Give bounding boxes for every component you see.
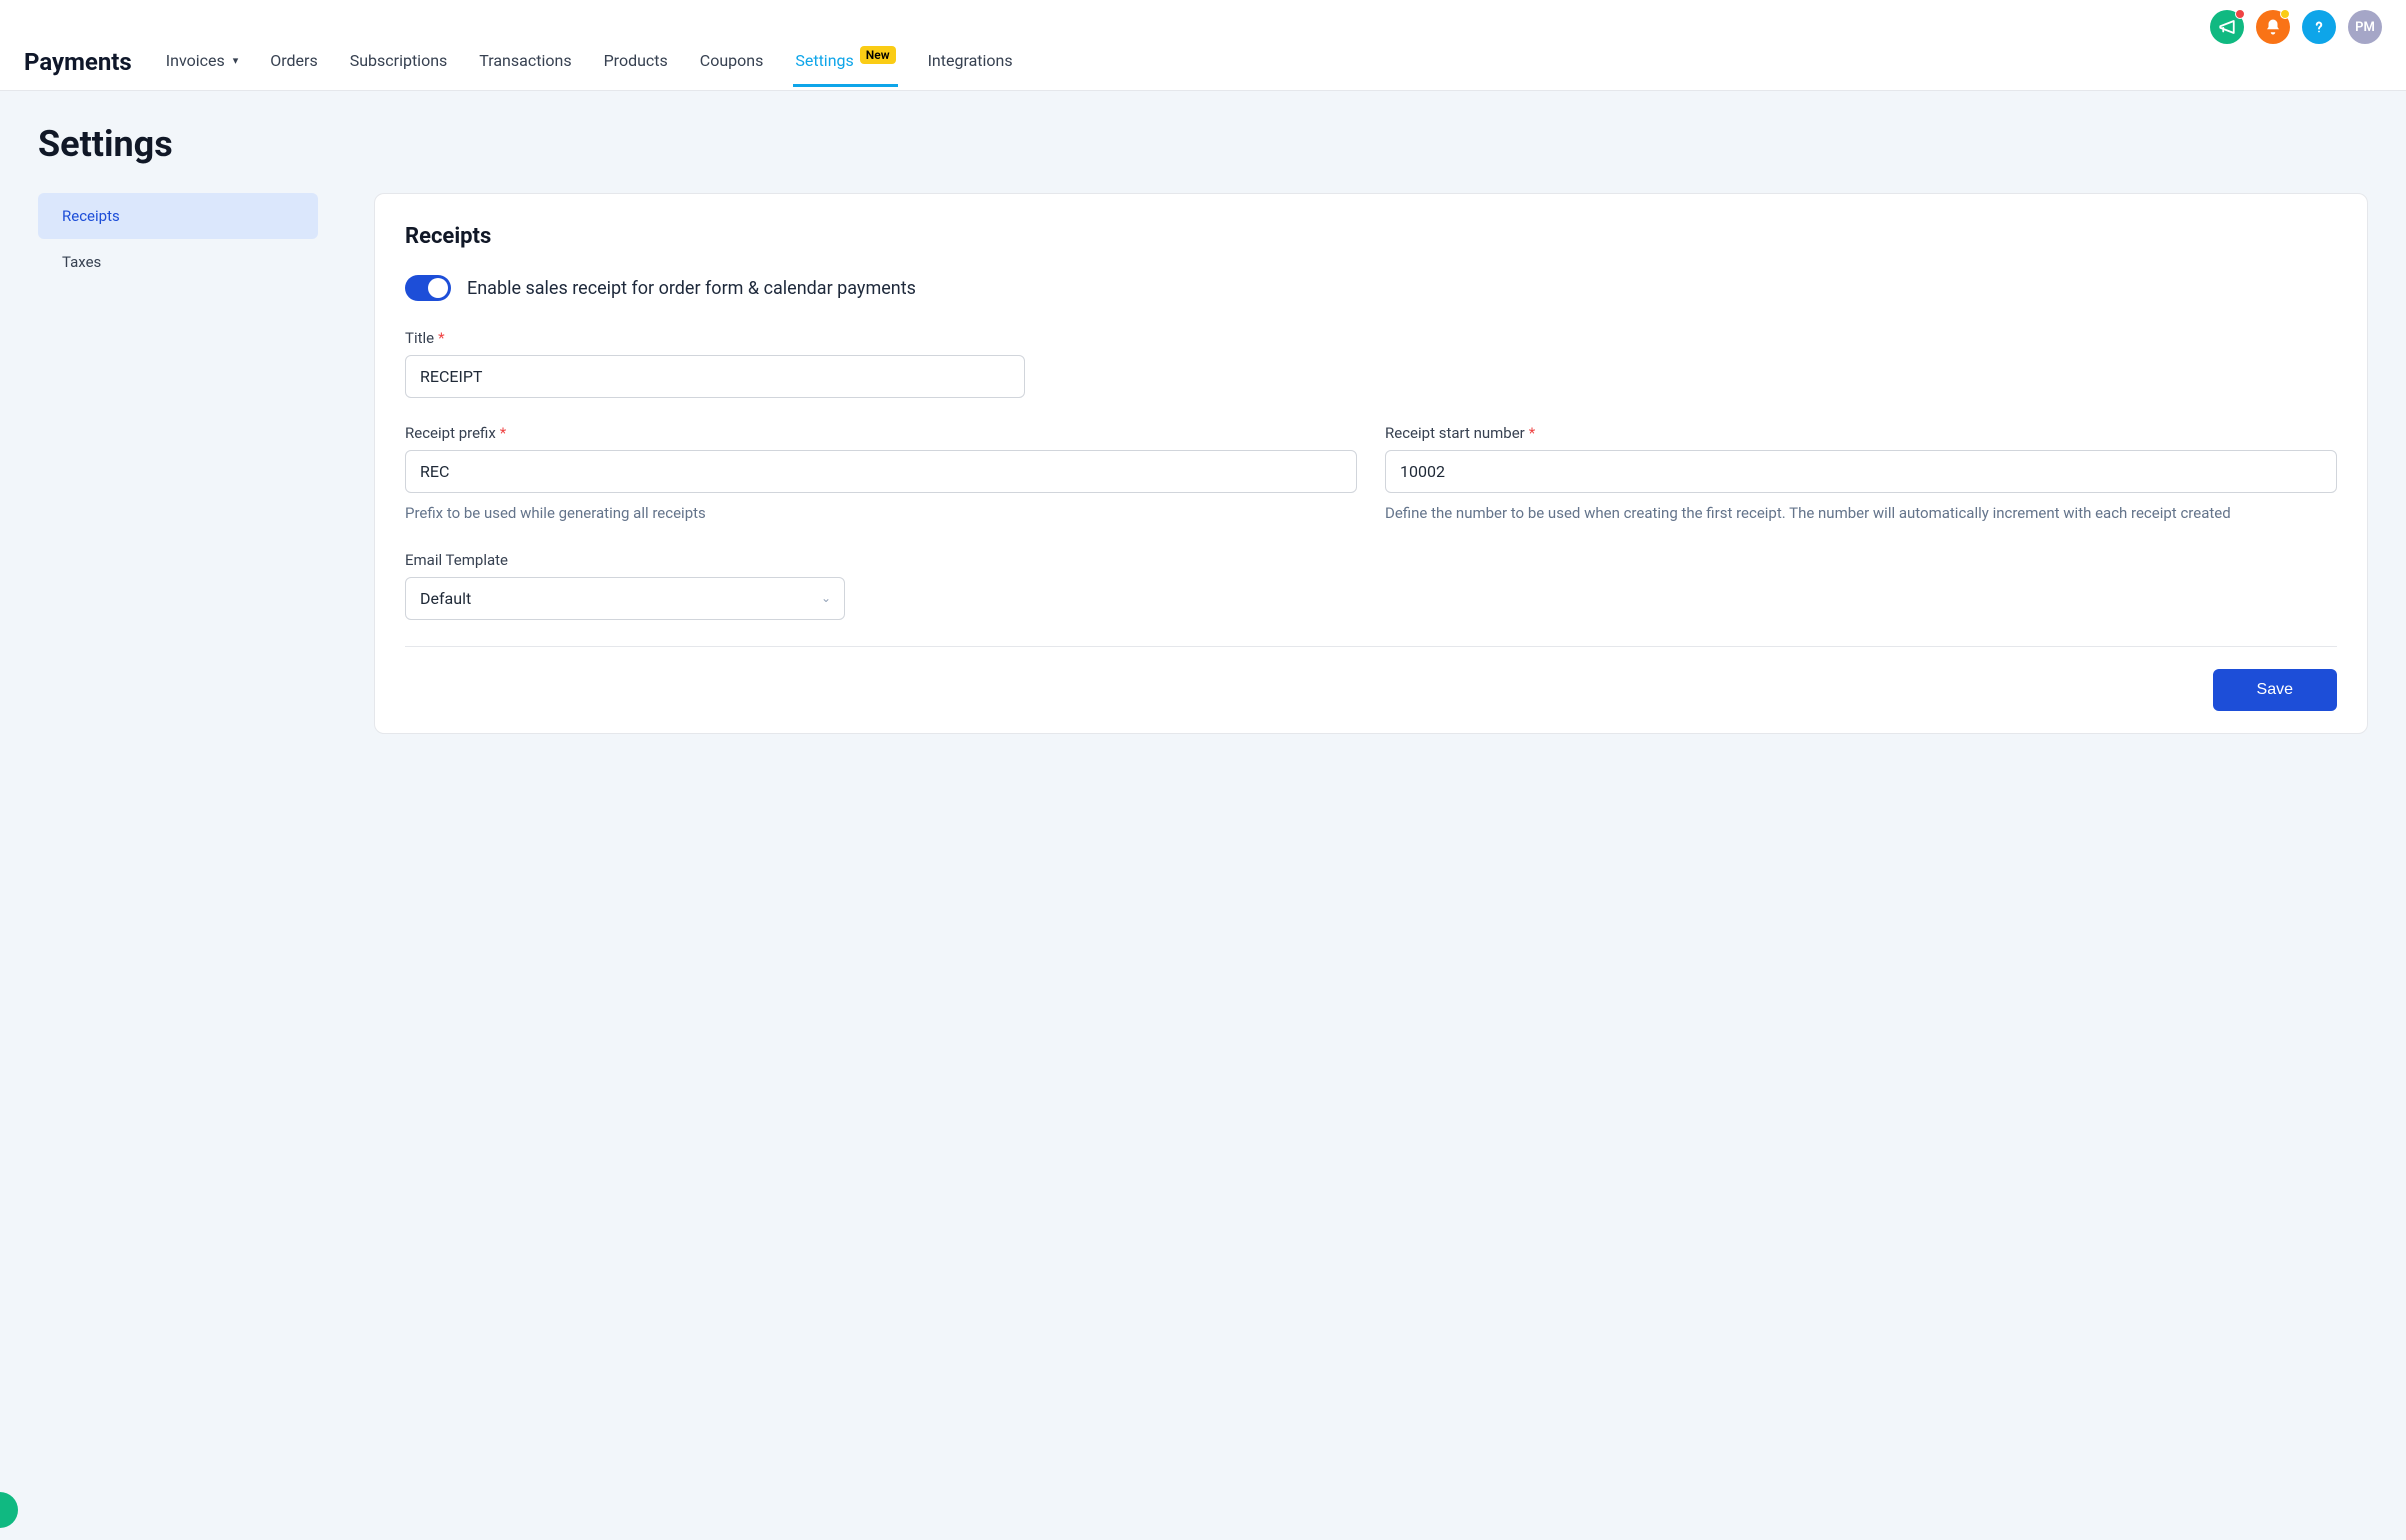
receipt-start-number-input[interactable] [1385, 450, 2337, 493]
receipts-card: Receipts Enable sales receipt for order … [374, 193, 2368, 734]
nav-tab-invoices[interactable]: Invoices ▾ [164, 51, 240, 87]
label-text: Receipt prefix [405, 424, 496, 442]
enable-receipts-toggle[interactable] [405, 275, 451, 301]
new-badge: New [860, 46, 896, 64]
prefix-help-text: Prefix to be used while generating all r… [405, 503, 1357, 525]
page-body: Settings Receipts Taxes Receipts Enable … [0, 91, 2406, 766]
start-number-field-group: Receipt start number* Define the number … [1385, 424, 2337, 525]
toggle-label: Enable sales receipt for order form & ca… [467, 278, 916, 299]
nav-tab-label: Subscriptions [350, 51, 448, 70]
toggle-knob-icon [428, 278, 448, 298]
support-widget-bubble[interactable] [0, 1492, 18, 1528]
sidebar-item-label: Taxes [62, 253, 101, 271]
nav-tabs: Invoices ▾ Orders Subscriptions Transact… [164, 51, 1015, 87]
nav-tab-products[interactable]: Products [602, 51, 670, 87]
nav-tab-settings[interactable]: Settings New [793, 51, 897, 87]
brand-title: Payments [24, 48, 132, 90]
required-asterisk-icon: * [438, 329, 444, 347]
nav-tab-label: Orders [270, 51, 317, 70]
settings-sidebar: Receipts Taxes [38, 193, 318, 285]
sidebar-item-receipts[interactable]: Receipts [38, 193, 318, 239]
nav-tab-label: Settings [795, 51, 853, 70]
prefix-label: Receipt prefix* [405, 424, 1357, 442]
nav-tab-integrations[interactable]: Integrations [926, 51, 1015, 87]
user-avatar[interactable]: PM [2348, 10, 2382, 44]
chevron-down-icon: ▾ [233, 54, 239, 67]
nav-tab-transactions[interactable]: Transactions [477, 51, 573, 87]
settings-layout: Receipts Taxes Receipts Enable sales rec… [38, 193, 2368, 734]
sidebar-item-label: Receipts [62, 207, 120, 225]
page-title: Settings [38, 123, 2368, 165]
prefix-field-group: Receipt prefix* Prefix to be used while … [405, 424, 1357, 525]
notifications-button[interactable] [2256, 10, 2290, 44]
sidebar-item-taxes[interactable]: Taxes [38, 239, 318, 285]
email-template-label: Email Template [405, 551, 2337, 569]
nav-tab-label: Coupons [700, 51, 764, 70]
nav-tab-label: Products [604, 51, 668, 70]
title-label: Title* [405, 329, 2337, 347]
nav-tab-coupons[interactable]: Coupons [698, 51, 766, 87]
nav-tab-orders[interactable]: Orders [268, 51, 319, 87]
top-bar: PM Payments Invoices ▾ Orders Subscripti… [0, 0, 2406, 91]
start-number-help-text: Define the number to be used when creati… [1385, 503, 2337, 525]
card-footer: Save [405, 646, 2337, 733]
label-text: Receipt start number [1385, 424, 1525, 442]
nav-row: Payments Invoices ▾ Orders Subscriptions… [0, 48, 2406, 90]
enable-receipts-row: Enable sales receipt for order form & ca… [405, 275, 2337, 301]
help-button[interactable] [2302, 10, 2336, 44]
bell-icon [2264, 18, 2282, 36]
notification-dot-icon [2280, 9, 2290, 19]
email-template-select[interactable] [405, 577, 845, 620]
save-button[interactable]: Save [2213, 669, 2337, 711]
topbar-icon-row: PM [0, 0, 2406, 48]
required-asterisk-icon: * [1529, 424, 1535, 442]
label-text: Title [405, 329, 434, 347]
question-icon [2310, 18, 2328, 36]
megaphone-icon [2218, 18, 2236, 36]
prefix-start-row: Receipt prefix* Prefix to be used while … [405, 424, 2337, 551]
title-input[interactable] [405, 355, 1025, 398]
nav-tab-label: Transactions [479, 51, 571, 70]
start-number-label: Receipt start number* [1385, 424, 2337, 442]
receipt-prefix-input[interactable] [405, 450, 1357, 493]
title-field-group: Title* [405, 329, 2337, 398]
required-asterisk-icon: * [500, 424, 506, 442]
announcements-button[interactable] [2210, 10, 2244, 44]
notification-dot-icon [2235, 9, 2245, 19]
nav-tab-label: Integrations [928, 51, 1013, 70]
nav-tab-label: Invoices [166, 51, 225, 70]
email-template-select-wrap: ⌄ [405, 577, 845, 620]
email-template-group: Email Template ⌄ [405, 551, 2337, 620]
avatar-initials: PM [2355, 20, 2375, 35]
nav-tab-subscriptions[interactable]: Subscriptions [348, 51, 450, 87]
card-title: Receipts [405, 224, 2337, 249]
